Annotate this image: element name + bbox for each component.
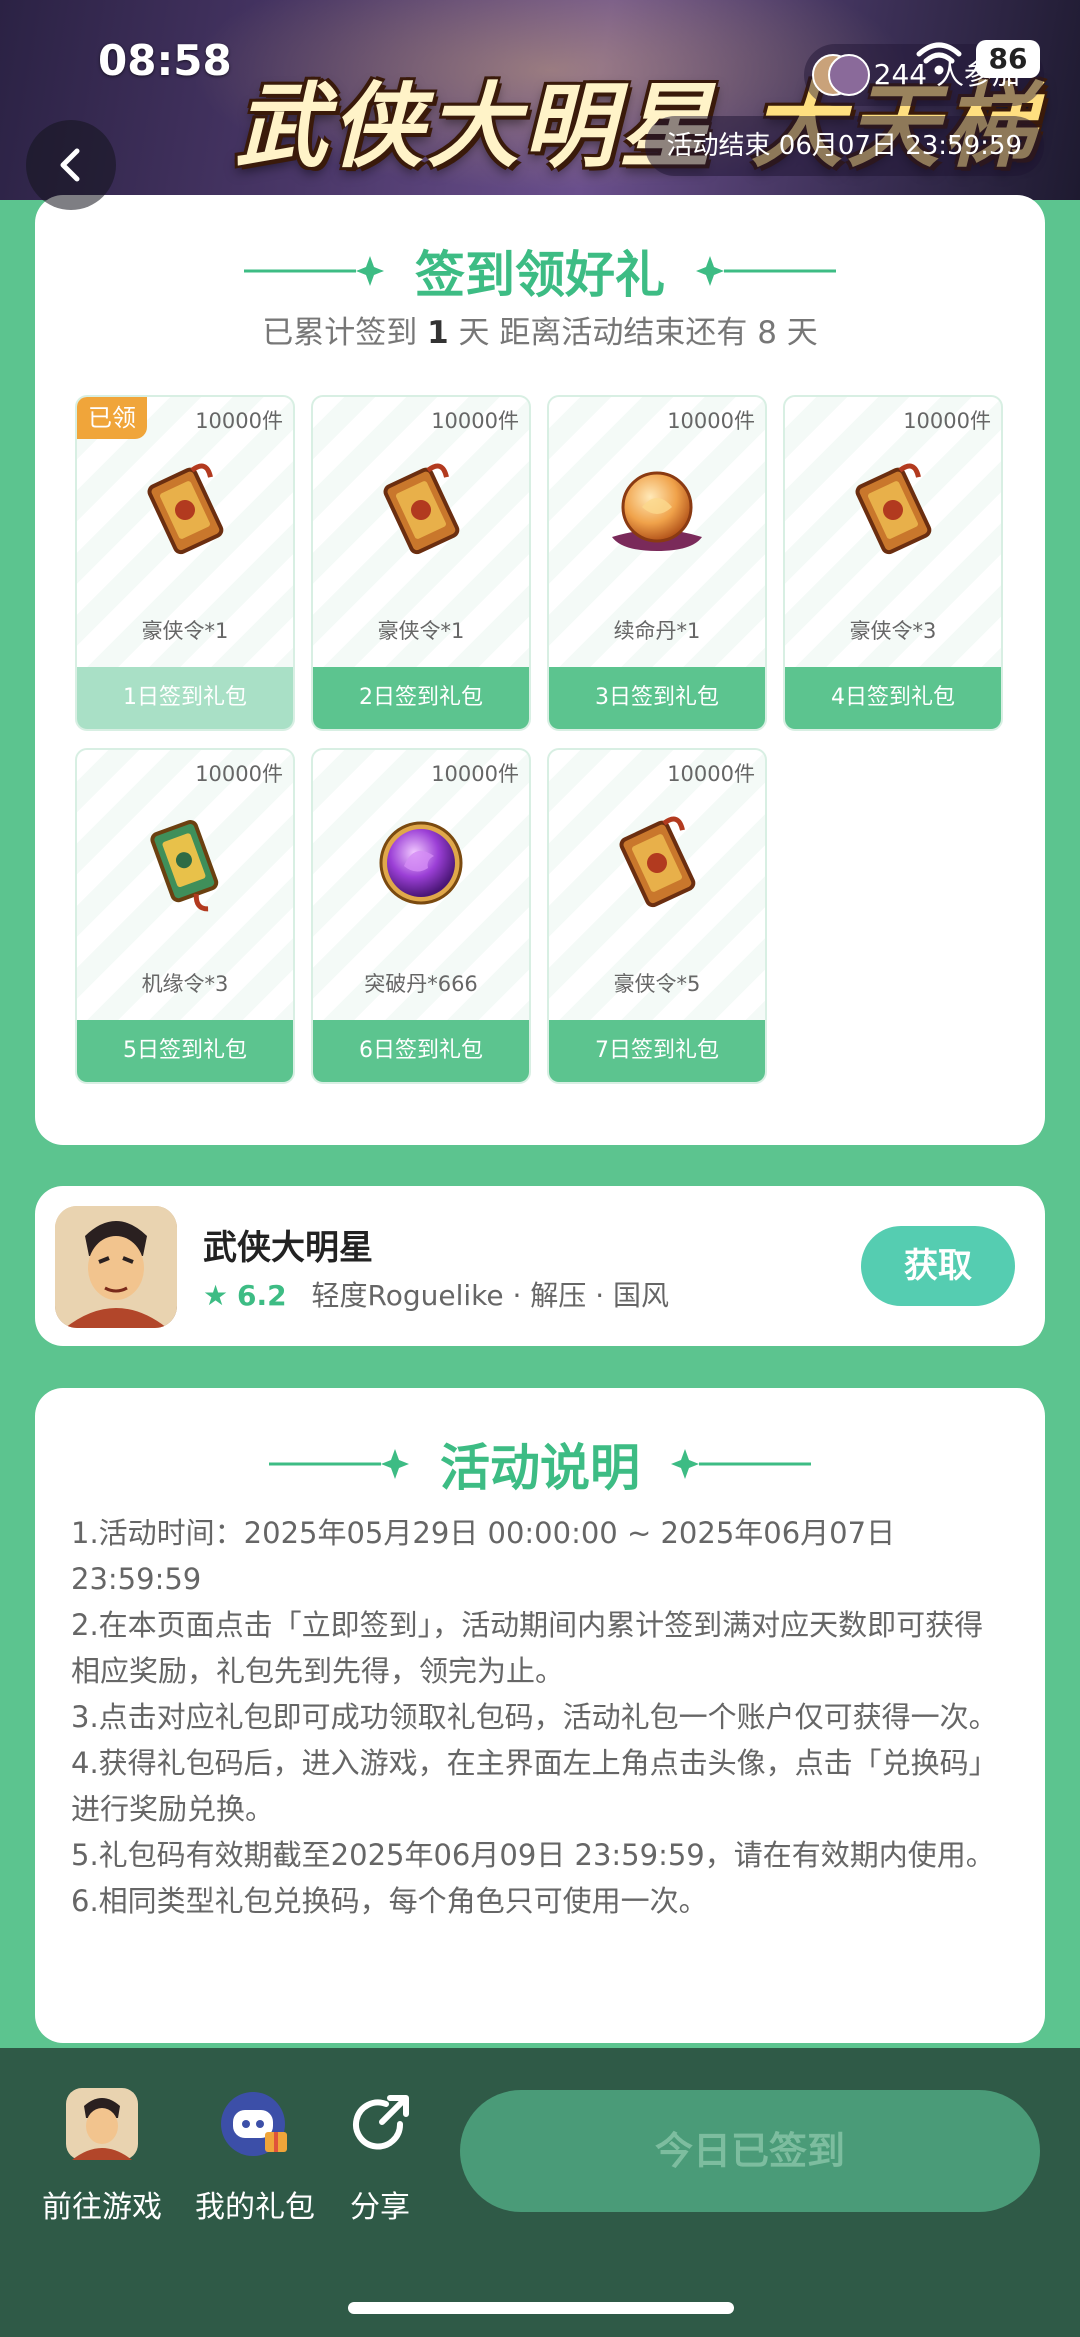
star-icon: ★ bbox=[203, 1279, 229, 1312]
token-icon bbox=[147, 463, 224, 555]
sparkle-deco-icon bbox=[268, 1449, 409, 1479]
gift-card-day-4[interactable]: 10000件 豪侠令*3 4日签到礼包 bbox=[783, 395, 1003, 731]
game-card[interactable]: 武侠大明星 ★ 6.2 轻度Roguelike · 解压 · 国风 获取 bbox=[35, 1186, 1045, 1346]
gift-item-name: 豪侠令*3 bbox=[849, 619, 937, 643]
gift-day-button[interactable]: 2日签到礼包 bbox=[313, 667, 529, 729]
get-game-button[interactable]: 获取 bbox=[861, 1226, 1015, 1306]
chevron-left-icon bbox=[60, 148, 80, 182]
game-character-icon bbox=[55, 1206, 177, 1328]
rule-item: 1.活动时间：2025年05月29日 00:00:00 ~ 2025年06月07… bbox=[71, 1516, 896, 1596]
gift-quantity: 10000件 bbox=[667, 762, 755, 786]
rules-heading: 活动说明 bbox=[35, 1428, 1045, 1500]
jade-token-icon bbox=[150, 820, 219, 912]
share-label: 分享 bbox=[350, 2190, 410, 2225]
gift-day-button[interactable]: 1日签到礼包 bbox=[77, 667, 293, 729]
gift-robot-icon bbox=[221, 2092, 287, 2156]
gift-card-day-6[interactable]: 10000件 突破丹*666 6日签到礼包 bbox=[311, 748, 531, 1084]
my-gifts-label: 我的礼包 bbox=[195, 2190, 315, 2225]
gift-day-button[interactable]: 5日签到礼包 bbox=[77, 1020, 293, 1082]
game-tags: 轻度Roguelike · 解压 · 国风 bbox=[311, 1279, 670, 1312]
gift-quantity: 10000件 bbox=[431, 762, 519, 786]
share-button[interactable]: 分享 bbox=[340, 2088, 420, 2226]
game-name: 武侠大明星 bbox=[203, 1228, 373, 1268]
rule-item: 6.相同类型礼包兑换码，每个角色只可使用一次。 bbox=[71, 1884, 708, 1918]
gift-card-day-7[interactable]: 10000件 豪侠令*5 7日签到礼包 bbox=[547, 748, 767, 1084]
go-to-game-label: 前往游戏 bbox=[42, 2190, 162, 2225]
wifi-icon bbox=[916, 42, 962, 75]
purple-orb-icon bbox=[379, 821, 463, 905]
banner-title-main: 武侠大明星 bbox=[235, 72, 716, 180]
rule-item: 3.点击对应礼包即可成功领取礼包码，活动礼包一个账户仅可获得一次。 bbox=[71, 1700, 998, 1734]
token-icon bbox=[855, 463, 932, 555]
rule-item: 5.礼包码有效期截至2025年06月09日 23:59:59，请在有效期内使用。 bbox=[71, 1838, 995, 1872]
gift-card-day-2[interactable]: 10000件 豪侠令*1 2日签到礼包 bbox=[311, 395, 531, 731]
signed-today-button[interactable]: 今日已签到 bbox=[460, 2090, 1040, 2212]
gift-day-button[interactable]: 6日签到礼包 bbox=[313, 1020, 529, 1082]
game-meta: ★ 6.2 轻度Roguelike · 解压 · 国风 bbox=[203, 1274, 669, 1314]
days-signed: 1 bbox=[427, 315, 449, 351]
rule-item: 2.在本页面点击「立即签到」，活动期间内累计签到满对应天数即可获得相应奖励，礼包… bbox=[71, 1608, 984, 1688]
header-banner: 武侠大明星 大天梯 08:58 244 人参加 86 活动结束 06月07日 2… bbox=[0, 0, 1080, 200]
battery-icon: 86 bbox=[976, 40, 1040, 78]
checkin-heading-text: 签到领好礼 bbox=[415, 246, 665, 304]
gift-item-name: 豪侠令*1 bbox=[377, 619, 465, 643]
gift-quantity: 10000件 bbox=[667, 409, 755, 433]
rule-item: 4.获得礼包码后，进入游戏，在主界面左上角点击头像，点击「兑换码」进行奖励兑换。 bbox=[71, 1746, 998, 1826]
gift-day-button[interactable]: 7日签到礼包 bbox=[549, 1020, 765, 1082]
checkin-card: 签到领好礼 已累计签到 1 天 距离活动结束还有 8 天 已领 10000件 豪… bbox=[35, 195, 1045, 1145]
checkin-sub-mid: 天 距离活动结束还有 8 天 bbox=[458, 315, 818, 351]
claimed-badge: 已领 bbox=[77, 397, 147, 439]
gift-card-day-3[interactable]: 10000件 续命丹*1 3日签到礼包 bbox=[547, 395, 767, 731]
gift-card-day-1[interactable]: 已领 10000件 豪侠令*1 1日签到礼包 bbox=[75, 395, 295, 731]
checkin-heading: 签到领好礼 bbox=[35, 235, 1045, 307]
game-avatar bbox=[55, 1206, 177, 1328]
avatar bbox=[827, 54, 870, 96]
gift-item-name: 机缘令*3 bbox=[141, 972, 229, 996]
rules-list: 1.活动时间：2025年05月29日 00:00:00 ~ 2025年06月07… bbox=[71, 1510, 1011, 1924]
token-icon bbox=[619, 816, 696, 908]
rules-card: 活动说明 1.活动时间：2025年05月29日 00:00:00 ~ 2025年… bbox=[35, 1388, 1045, 2043]
activity-end-time: 活动结束 06月07日 23:59:59 bbox=[644, 116, 1044, 176]
bottom-action-bar: 前往游戏 我的礼包 分享 今日已签到 bbox=[0, 2048, 1080, 2337]
gift-quantity: 10000件 bbox=[903, 409, 991, 433]
participant-avatars bbox=[811, 54, 870, 96]
game-rating: 6.2 bbox=[237, 1279, 287, 1312]
share-icon bbox=[353, 2095, 409, 2150]
gift-quantity: 10000件 bbox=[431, 409, 519, 433]
sparkle-deco-icon bbox=[243, 256, 384, 286]
status-icons: 86 bbox=[916, 40, 1040, 78]
sparkle-deco-icon bbox=[696, 256, 837, 286]
gift-item-name: 突破丹*666 bbox=[364, 972, 478, 996]
token-icon bbox=[383, 463, 460, 555]
rules-heading-text: 活动说明 bbox=[440, 1439, 640, 1497]
gift-card-day-5[interactable]: 10000件 机缘令*3 5日签到礼包 bbox=[75, 748, 295, 1084]
sparkle-deco-icon bbox=[671, 1449, 812, 1479]
gift-item-name: 豪侠令*1 bbox=[141, 619, 229, 643]
gift-item-name: 续命丹*1 bbox=[613, 619, 701, 643]
checkin-progress: 已累计签到 1 天 距离活动结束还有 8 天 bbox=[35, 307, 1045, 352]
gift-quantity: 10000件 bbox=[195, 762, 283, 786]
my-gifts-button[interactable]: 我的礼包 bbox=[190, 2088, 320, 2226]
go-to-game-button[interactable]: 前往游戏 bbox=[38, 2088, 166, 2226]
gift-day-button[interactable]: 4日签到礼包 bbox=[785, 667, 1001, 729]
back-button[interactable] bbox=[26, 120, 116, 210]
orb-icon bbox=[612, 471, 702, 551]
gift-day-button[interactable]: 3日签到礼包 bbox=[549, 667, 765, 729]
status-time: 08:58 bbox=[98, 36, 232, 85]
gift-quantity: 10000件 bbox=[195, 409, 283, 433]
checkin-sub-prefix: 已累计签到 bbox=[262, 315, 418, 351]
game-icon bbox=[66, 2088, 138, 2160]
home-indicator[interactable] bbox=[348, 2302, 734, 2314]
gift-item-name: 豪侠令*5 bbox=[613, 972, 701, 996]
